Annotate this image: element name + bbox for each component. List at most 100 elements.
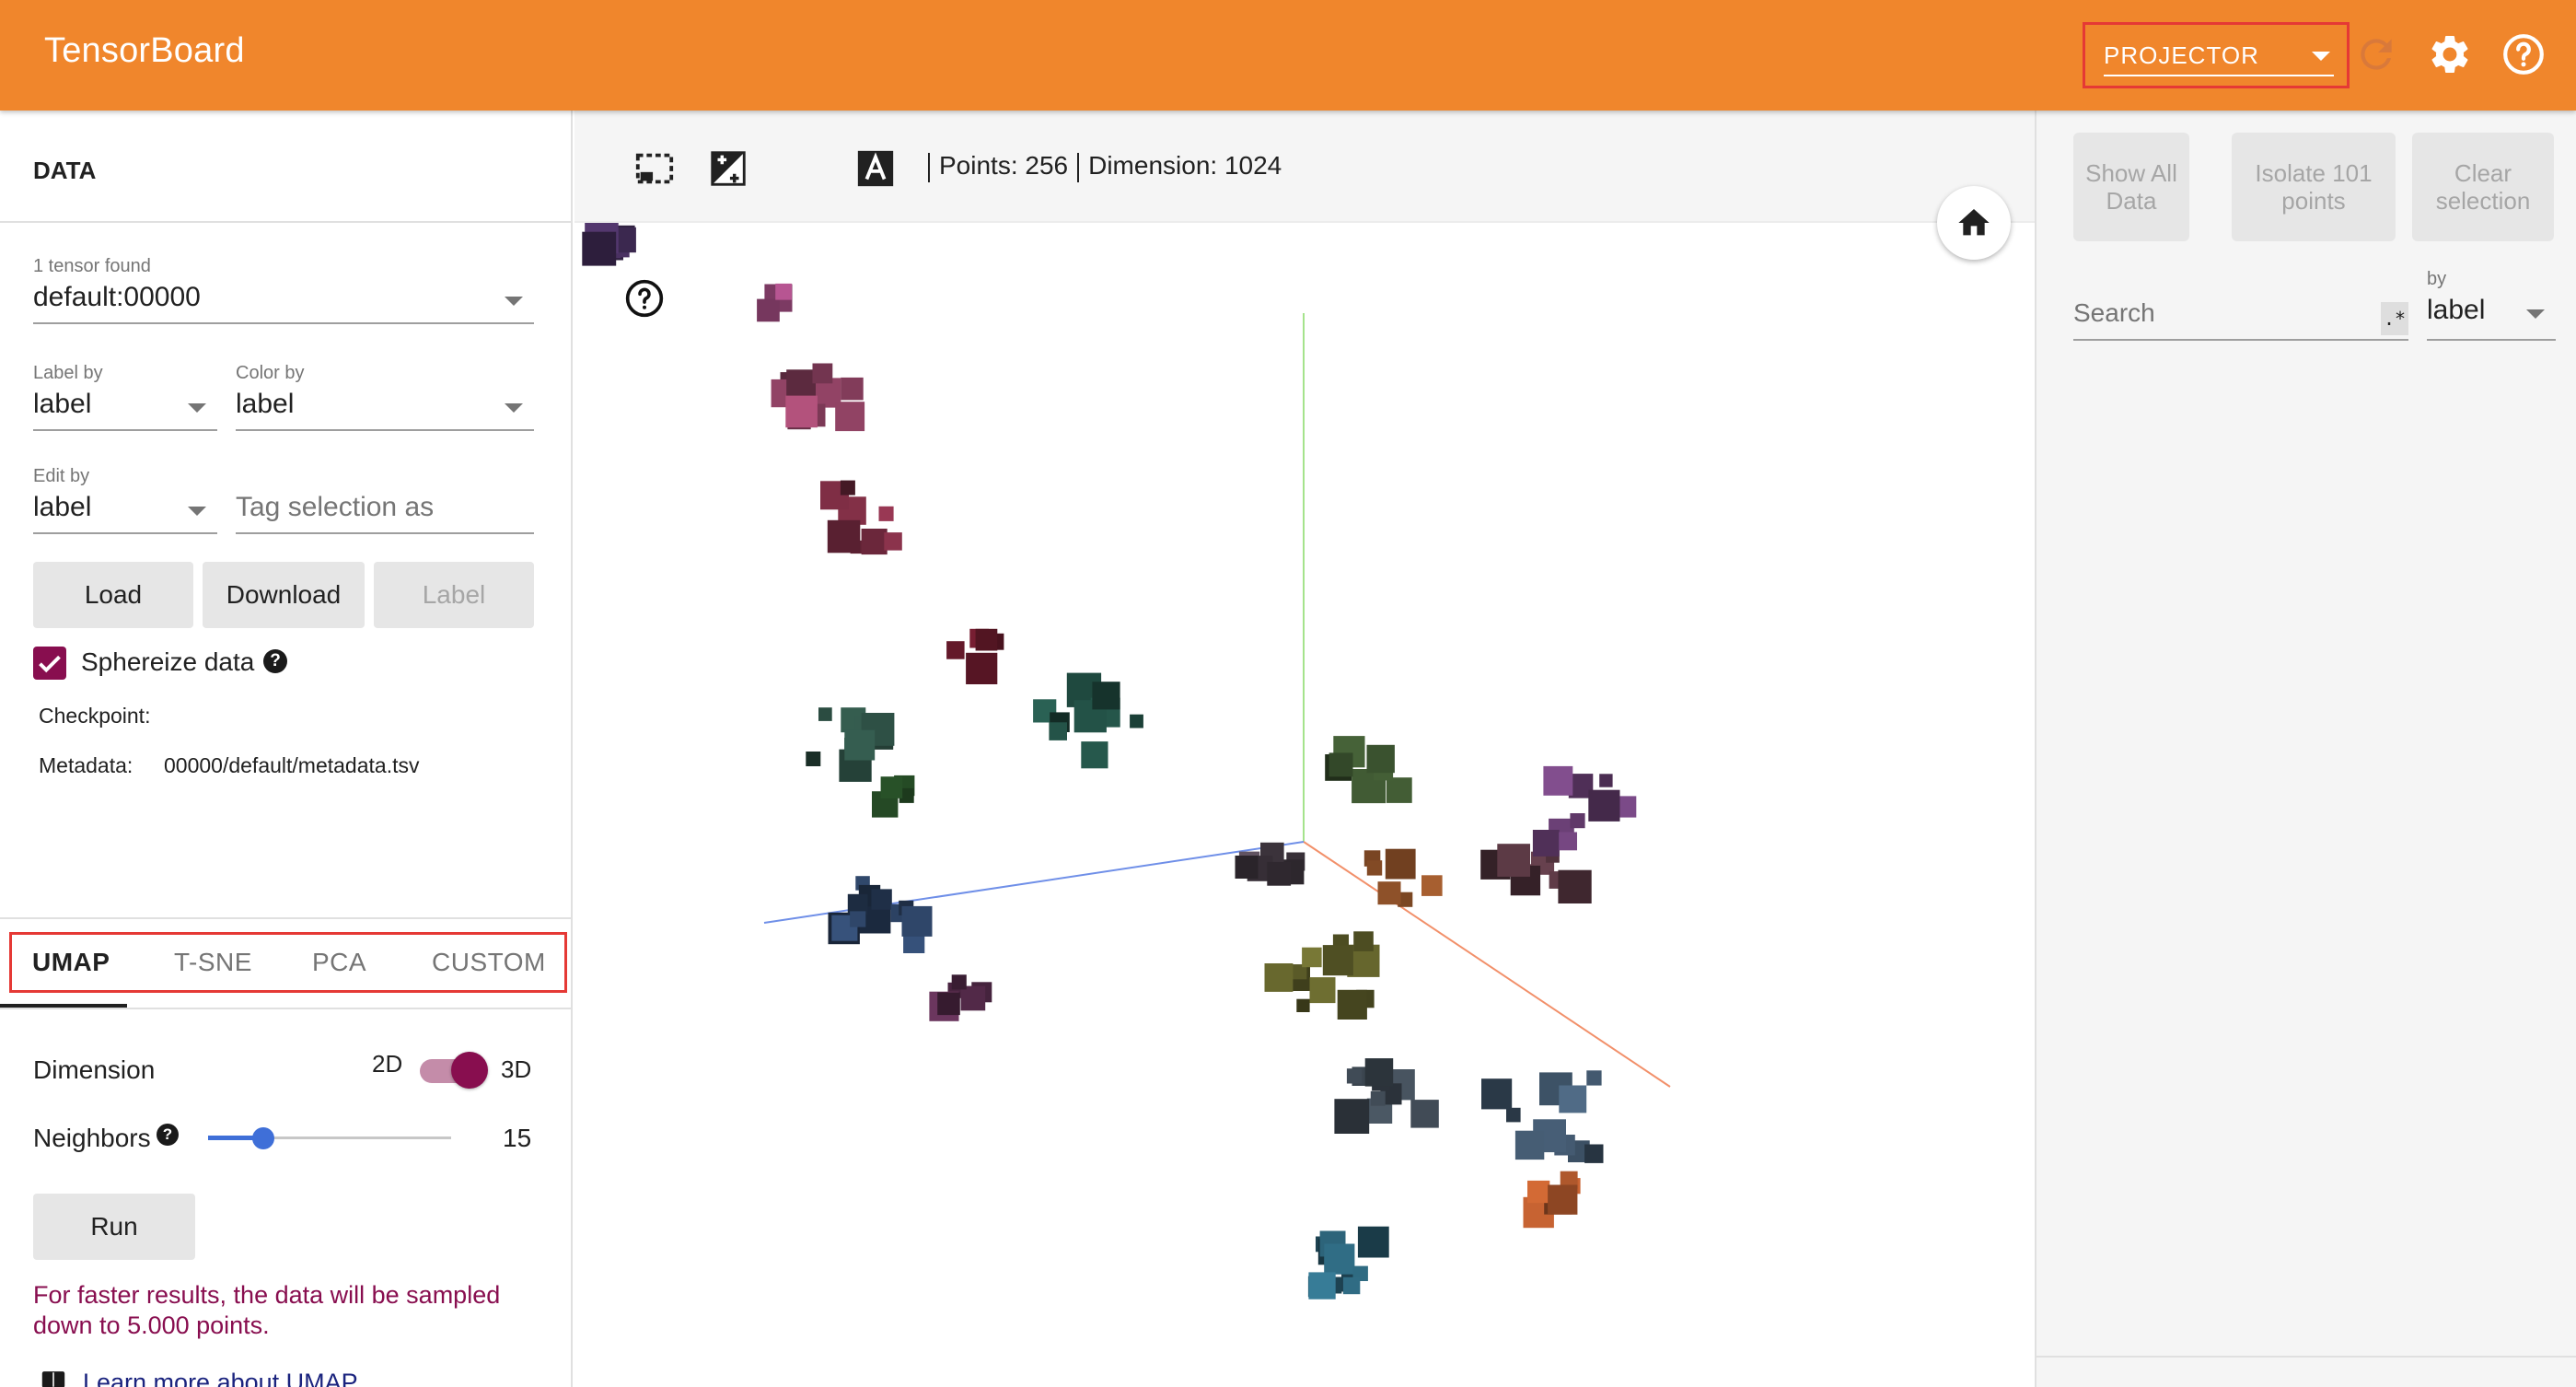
image-sprite-point[interactable] [1559,832,1577,851]
image-sprite-point[interactable] [786,369,816,400]
image-sprite-point[interactable] [1481,1078,1513,1110]
image-sprite-point[interactable] [1264,963,1294,992]
image-sprite-point[interactable] [1532,830,1560,857]
image-sprite-point[interactable] [827,519,861,554]
image-sprite-point[interactable] [1366,744,1395,774]
image-sprite-point[interactable] [1377,881,1401,905]
image-sprite-point[interactable] [871,889,892,910]
image-sprite-point[interactable] [1081,741,1108,769]
tab-custom[interactable]: CUSTOM [432,948,546,977]
image-sprite-point[interactable] [1130,714,1143,728]
image-sprite-point[interactable] [1387,777,1412,803]
reset-view-button[interactable] [1937,186,2011,260]
edit-by-select[interactable]: Edit by label [33,466,217,534]
show-all-data-button[interactable]: Show All Data [2073,133,2189,241]
image-sprite-point[interactable] [1558,869,1592,903]
plugin-select[interactable]: PROJECTOR [2104,34,2334,76]
help-icon[interactable] [2501,31,2547,77]
image-sprite-point[interactable] [901,905,933,937]
scatter-plot[interactable] [574,219,2035,1387]
image-sprite-point[interactable] [960,985,986,1011]
neighbors-help-icon[interactable]: ? [157,1124,179,1146]
image-sprite-point[interactable] [757,298,780,322]
image-sprite-point[interactable] [1235,856,1259,879]
sphereize-checkbox[interactable] [33,647,66,680]
image-sprite-point[interactable] [1543,765,1573,796]
image-sprite-point[interactable] [1322,945,1353,976]
image-sprite-point[interactable] [1586,1070,1602,1086]
label-toggle-icon[interactable] [854,147,897,190]
sphereize-help-icon[interactable]: ? [263,649,287,673]
learn-more-umap-link[interactable]: Learn more about UMAP [83,1369,358,1387]
image-sprite-point[interactable] [1308,1272,1336,1300]
neighbors-slider-handle[interactable] [252,1127,274,1149]
image-sprite-point[interactable] [1267,861,1292,886]
image-sprite-point[interactable] [818,707,832,721]
image-sprite-point[interactable] [1346,1068,1363,1084]
image-sprite-point[interactable] [878,506,894,521]
image-sprite-point[interactable] [785,395,818,428]
image-sprite-point[interactable] [1385,848,1416,880]
label-by-select[interactable]: Label by label [33,363,217,431]
search-input[interactable] [2073,295,2368,332]
image-sprite-point[interactable] [1324,1243,1355,1275]
image-sprite-point[interactable] [1548,1184,1578,1215]
image-sprite-point[interactable] [1599,774,1613,787]
image-sprite-point[interactable] [812,363,833,384]
image-sprite-point[interactable] [1302,947,1322,968]
image-sprite-point[interactable] [1410,1100,1439,1128]
image-sprite-point[interactable] [1497,844,1530,877]
image-sprite-point[interactable] [975,628,998,651]
color-by-select[interactable]: Color by label [236,363,534,431]
load-button[interactable]: Load [33,562,193,628]
image-sprite-point[interactable] [1570,813,1585,829]
image-sprite-point[interactable] [1329,752,1353,777]
image-sprite-point[interactable] [1296,998,1310,1012]
image-sprite-point[interactable] [1357,1226,1389,1258]
image-sprite-point[interactable] [847,893,868,915]
image-sprite-point[interactable] [880,776,903,798]
image-sprite-point[interactable] [1584,1144,1604,1163]
tab-pca[interactable]: PCA [312,948,366,977]
image-sprite-point[interactable] [1366,860,1383,876]
image-sprite-point[interactable] [1092,682,1120,710]
download-button[interactable]: Download [203,562,365,628]
image-sprite-point[interactable] [835,402,865,432]
image-sprite-point[interactable] [841,377,864,401]
image-sprite-point[interactable] [861,529,888,555]
run-button[interactable]: Run [33,1194,195,1260]
image-sprite-point[interactable] [1334,1099,1370,1134]
select-rectangle-icon[interactable] [633,147,676,190]
image-sprite-point[interactable] [844,729,876,761]
clear-selection-button[interactable]: Clear selection [2412,133,2554,241]
contrast-icon[interactable] [707,147,749,190]
tab-umap[interactable]: UMAP [32,948,110,977]
image-sprite-point[interactable] [1421,875,1443,896]
image-sprite-point[interactable] [1527,1180,1550,1204]
image-sprite-point[interactable] [1364,1058,1394,1087]
image-sprite-point[interactable] [840,480,855,495]
image-sprite-point[interactable] [937,992,960,1016]
tab-tsne[interactable]: T-SNE [174,948,252,977]
image-sprite-point[interactable] [946,641,965,659]
image-sprites[interactable] [582,219,1637,1300]
image-sprite-point[interactable] [775,283,792,300]
image-sprite-point[interactable] [951,974,967,990]
projection-canvas[interactable] [574,219,2035,1387]
image-sprite-point[interactable] [1337,989,1367,1020]
label-button[interactable]: Label [374,562,534,628]
image-sprite-point[interactable] [850,911,866,927]
image-sprite-point[interactable] [1514,1130,1545,1160]
image-sprite-point[interactable] [1309,977,1336,1004]
image-sprite-point[interactable] [1506,1107,1521,1123]
night-mode-icon[interactable] [781,147,823,190]
image-sprite-point[interactable] [582,231,617,266]
image-sprite-point[interactable] [1370,1090,1386,1106]
image-sprite-point[interactable] [1342,1276,1361,1295]
isolate-points-button[interactable]: Isolate 101 points [2232,133,2396,241]
image-sprite-point[interactable] [1588,789,1620,822]
image-sprite-point[interactable] [1049,722,1067,740]
regex-toggle[interactable]: .* [2381,302,2408,335]
image-sprite-point[interactable] [806,752,821,766]
dimension-toggle-knob[interactable] [451,1052,488,1089]
